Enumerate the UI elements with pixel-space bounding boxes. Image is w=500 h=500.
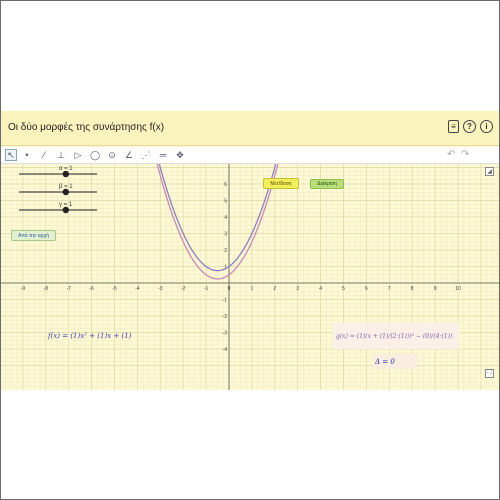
y-tick-label: -1 [223,298,228,304]
function-plot[interactable]: -9 -8 -7 -6 -5 -4 -3 -2 -1 0 1 2 3 4 5 6 7 8 9 10-4-3-2-112… [1,164,499,390]
reflect-icon[interactable]: ⋰ [140,149,152,161]
geogebra-applet: Οι δύο μορφές της συνάρτησης f(x) ≡ ? i … [1,111,499,390]
y-tick-label: 2 [224,248,227,254]
y-tick-label: 6 [224,182,227,188]
y-tick-label: -3 [223,331,228,337]
line-icon[interactable]: ⁄ [38,149,50,161]
start-over-button[interactable]: Από την αρχή [11,230,56,241]
x-tick-label: 0 [228,286,231,292]
x-tick-label: 4 [319,286,322,292]
slider-b-label: β = 1 [59,184,73,190]
maxima-button[interactable]: Μετ/δοση [263,178,299,189]
info-icon[interactable]: i [480,120,493,133]
delta-value: Δ = 0 [373,354,417,369]
page-title: Οι δύο μορφές της συνάρτησης f(x) [8,122,165,133]
x-tick-label: 1 [251,286,254,292]
x-tick-label: -7 [66,286,71,292]
x-tick-label: -3 [158,286,163,292]
angle-icon[interactable]: ∠ [123,149,135,161]
x-tick-label: 6 [365,286,368,292]
x-tick-label: 8 [411,286,414,292]
help-icon[interactable]: ? [463,120,476,133]
g-formula: g(x) = (1)(x + (1)/(2·(1)))² − (0)/(4·(1… [333,323,459,349]
circle-icon[interactable]: ◯ [89,149,101,161]
x-tick-label: 2 [273,286,276,292]
x-tick-label: 3 [296,286,299,292]
x-tick-label: 9 [434,286,437,292]
point-icon[interactable]: • [21,149,33,161]
redo-icon[interactable]: ↷ [461,149,469,160]
move-icon[interactable]: ↖ [5,149,17,161]
polygon-icon[interactable]: ▷ [72,149,84,161]
graphics-view[interactable]: -9 -8 -7 -6 -5 -4 -3 -2 -1 0 1 2 3 4 5 6 7 8 9 10 -4 -3 -2 -1 1 2… [1,164,499,390]
y-tick-label: 5 [224,199,227,205]
fullscreen-icon[interactable]: ⛶ [485,369,494,378]
x-tick-label: -9 [21,286,26,292]
x-tick-label: -1 [204,286,209,292]
x-tick-label: 10 [455,286,461,292]
x-tick-label: -6 [89,286,94,292]
f-formula: f(x) = (1)x² + (1)x + (1) [48,332,132,340]
x-tick-label: 5 [342,286,345,292]
doc-icon[interactable]: ≡ [448,120,459,133]
y-tick-label: 3 [224,232,227,238]
x-tick-label: -4 [135,286,140,292]
title-bar: Οι δύο μορφές της συνάρτησης f(x) ≡ ? i [1,111,499,146]
x-tick-label: -8 [44,286,49,292]
style-bar-icon[interactable]: ◢ [485,167,494,176]
slider-icon[interactable]: ═ [157,149,169,161]
y-tick-label: -4 [223,347,228,353]
slider-c-label: γ = 1 [59,202,73,208]
y-tick-label: -2 [223,314,228,320]
undo-icon[interactable]: ↶ [447,149,455,160]
perpendicular-icon[interactable]: ⊥ [55,149,67,161]
slider-a-label: α = 1 [59,166,73,172]
x-tick-label: 7 [388,286,391,292]
x-tick-label: -5 [112,286,117,292]
title-icons: ≡ ? i [448,120,493,133]
x-tick-label: -2 [181,286,186,292]
y-tick-label: 4 [224,215,227,221]
discriminant-button[interactable]: Διάκριση [310,179,344,189]
ellipse-icon[interactable]: ⊙ [106,149,118,161]
move-view-icon[interactable]: ✥ [174,149,186,161]
toolbar: ↖ • ⁄ ⊥ ▷ ◯ ⊙ ∠ ⋰ ═ ✥ ↶ ↷ [1,147,499,164]
